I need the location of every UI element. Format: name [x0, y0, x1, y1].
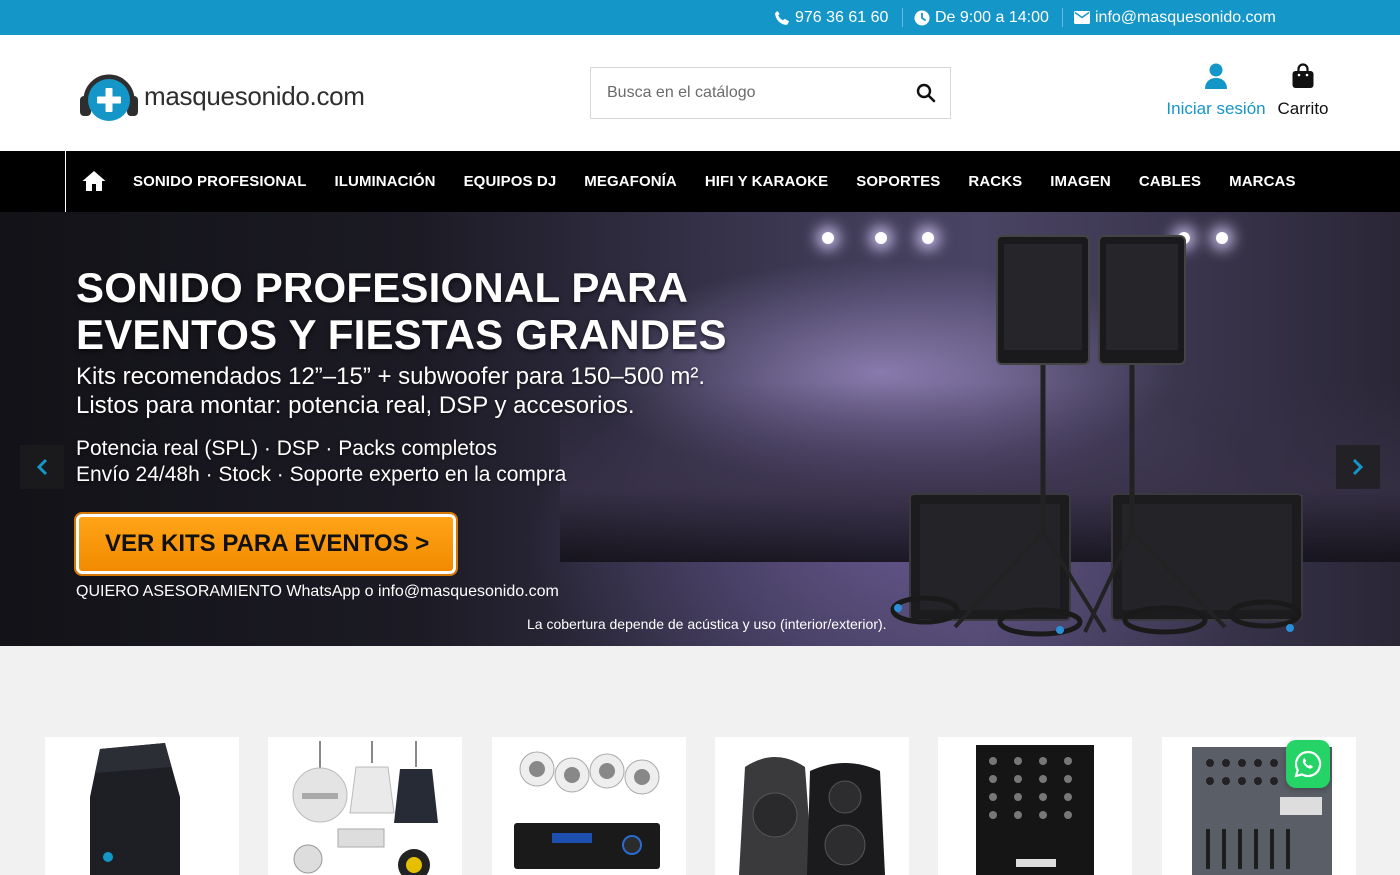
cart-link[interactable]: Carrito: [1275, 61, 1331, 119]
speaker-kit-image: [890, 235, 1303, 637]
nav-item-megafonia[interactable]: MEGAFONÍA: [584, 173, 677, 190]
carousel-prev-button[interactable]: [20, 445, 64, 489]
category-card[interactable]: [715, 737, 909, 875]
whatsapp-button[interactable]: [1286, 740, 1330, 788]
contact-bar: 976 36 61 60 De 9:00 a 14:00 info@masque…: [0, 0, 1400, 35]
category-card[interactable]: [268, 737, 462, 875]
advice-note: QUIERO ASESORAMIENTO WhatsApp o info@mas…: [76, 583, 559, 600]
site-logo[interactable]: masquesonido.com: [80, 70, 365, 122]
email-contact[interactable]: info@masquesonido.com: [1074, 0, 1276, 35]
user-icon: [1205, 63, 1227, 89]
phone-contact[interactable]: 976 36 61 60: [774, 0, 888, 35]
category-card[interactable]: [45, 737, 239, 875]
hero-subtitle-line-1: Kits recomendados 12”–15” + subwoofer pa…: [76, 363, 706, 390]
whatsapp-icon: [1294, 750, 1322, 778]
divider: [902, 8, 903, 27]
search-icon[interactable]: [916, 83, 936, 103]
phone-number: 976 36 61 60: [795, 8, 889, 26]
clock-icon: [914, 10, 930, 25]
chevron-right-icon: [1352, 458, 1364, 476]
category-cards: [0, 737, 1400, 875]
opening-hours: De 9:00 a 14:00: [914, 0, 1049, 35]
email-text: info@masquesonido.com: [1095, 8, 1276, 26]
hero-subtitle-line-2: Listos para montar: potencia real, DSP y…: [76, 392, 635, 419]
nav-divider: [65, 151, 66, 212]
category-card[interactable]: [492, 737, 686, 875]
hero-features: Potencia real (SPL) · DSP · Packs comple…: [76, 436, 566, 488]
carousel-next-button[interactable]: [1336, 445, 1380, 489]
logo-headphones-icon: [80, 74, 138, 121]
cart-label: Carrito: [1277, 99, 1329, 118]
nav-item-equipos-dj[interactable]: EQUIPOS DJ: [464, 173, 557, 190]
nav-item-cables[interactable]: CABLES: [1139, 173, 1201, 190]
site-header: masquesonido.com Iniciar sesión Carrito: [0, 35, 1400, 151]
home-icon[interactable]: [82, 170, 106, 192]
amplifier-kit-image: [514, 751, 660, 869]
category-card[interactable]: [938, 737, 1132, 875]
nav-item-racks[interactable]: RACKS: [968, 173, 1022, 190]
shopping-bag-icon: [1292, 63, 1314, 88]
login-link[interactable]: Iniciar sesión: [1166, 61, 1266, 119]
logo-text: masquesonido.com: [144, 80, 365, 111]
stage-light: [822, 232, 834, 244]
coverage-disclaimer: La cobertura depende de acústica y uso (…: [527, 616, 887, 632]
chevron-left-icon: [36, 458, 48, 476]
hours-text: De 9:00 a 14:00: [935, 8, 1049, 26]
hero-features-line-1: Potencia real (SPL) · DSP · Packs comple…: [76, 437, 497, 460]
search-box: [590, 67, 951, 119]
nav-item-sonido-profesional[interactable]: SONIDO PROFESIONAL: [133, 173, 306, 190]
hero-subtitle: Kits recomendados 12”–15” + subwoofer pa…: [76, 362, 705, 420]
nav-menu: SONIDO PROFESIONAL ILUMINACIÓN EQUIPOS D…: [133, 151, 1324, 212]
nav-item-imagen[interactable]: IMAGEN: [1050, 173, 1111, 190]
login-label: Iniciar sesión: [1166, 99, 1266, 118]
hero-title-line-2: EVENTOS Y FIESTAS GRANDES: [76, 311, 727, 358]
nav-item-soportes[interactable]: SOPORTES: [856, 173, 940, 190]
hero-title-line-1: SONIDO PROFESIONAL PARA: [76, 264, 689, 311]
portable-speakers-image: [739, 757, 885, 875]
phone-icon: [775, 10, 789, 25]
hero-title: SONIDO PROFESIONAL PARA EVENTOS Y FIESTA…: [76, 264, 776, 358]
main-navigation: SONIDO PROFESIONAL ILUMINACIÓN EQUIPOS D…: [0, 151, 1400, 212]
nav-item-marcas[interactable]: MARCAS: [1229, 173, 1295, 190]
nav-item-hifi-karaoke[interactable]: HIFI Y KARAOKE: [705, 173, 828, 190]
hero-banner[interactable]: SONIDO PROFESIONAL PARA EVENTOS Y FIESTA…: [0, 212, 1400, 646]
dj-mixer-image: [976, 745, 1094, 875]
ceiling-speakers-image: [292, 741, 438, 875]
nav-item-iluminacion[interactable]: ILUMINACIÓN: [334, 173, 435, 190]
hero-features-line-2: Envío 24/48h · Stock · Soporte experto e…: [76, 463, 567, 486]
search-input[interactable]: [607, 68, 907, 118]
divider: [1062, 8, 1063, 27]
view-event-kits-button[interactable]: VER KITS PARA EVENTOS >: [76, 514, 456, 574]
speaker-image: [90, 743, 180, 875]
envelope-icon: [1074, 11, 1090, 24]
